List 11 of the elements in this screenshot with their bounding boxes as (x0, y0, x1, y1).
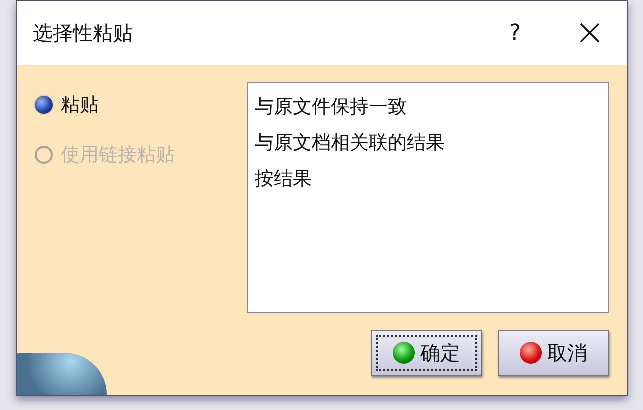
help-button[interactable]: ? (509, 16, 521, 50)
radio-label: 使用链接粘贴 (61, 142, 175, 168)
radio-label: 粘贴 (61, 92, 99, 118)
list-item[interactable]: 与原文件保持一致 (255, 89, 601, 125)
cancel-button[interactable]: 取消 (498, 330, 609, 376)
list-item[interactable]: 与原文档相关联的结果 (255, 125, 601, 161)
window-title: 选择性粘贴 (33, 20, 134, 47)
ok-button[interactable]: 确定 (371, 330, 482, 376)
list-item[interactable]: 按结果 (255, 161, 601, 197)
close-icon[interactable] (579, 22, 601, 44)
radio-button[interactable] (35, 96, 53, 114)
